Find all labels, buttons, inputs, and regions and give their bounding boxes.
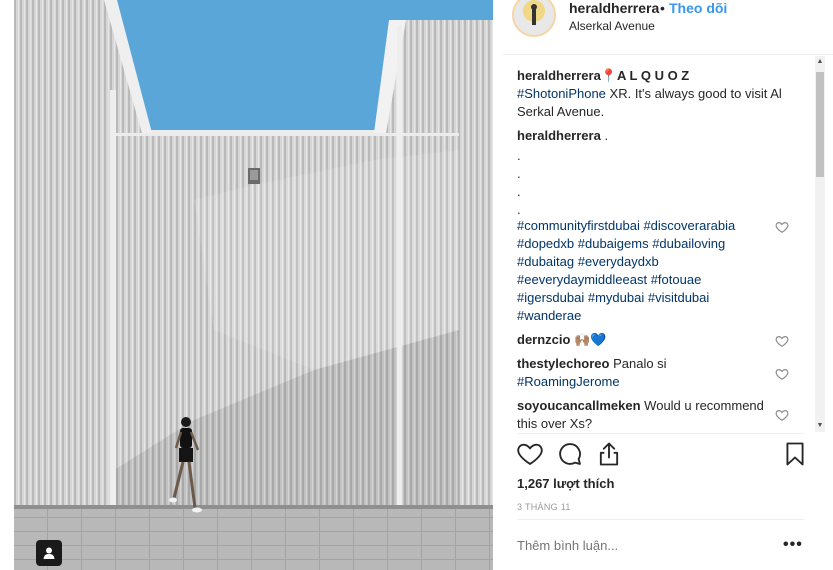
- heart-outline-icon: [775, 336, 789, 347]
- hashtag-link[interactable]: #dubaigems: [578, 236, 649, 251]
- scroll-down-arrow[interactable]: ▼: [815, 420, 825, 432]
- scroll-up-arrow[interactable]: ▲: [815, 56, 825, 68]
- save-button[interactable]: [781, 440, 809, 468]
- person-icon: [43, 547, 55, 559]
- post-header: heraldherrera • Theo dõi Alserkal Avenue: [503, 0, 833, 55]
- hashtag-link[interactable]: #communityfirstdubai: [517, 218, 640, 233]
- caption-title: A L Q U O Z: [617, 68, 690, 83]
- comment-like-button[interactable]: [775, 408, 789, 422]
- comment-dot: .: [517, 184, 521, 199]
- comment-like-button[interactable]: [775, 334, 789, 348]
- hashtag-link[interactable]: #discoverarabia: [643, 218, 735, 233]
- user-tag-button[interactable]: [36, 540, 62, 566]
- follow-button[interactable]: Theo dõi: [669, 0, 727, 16]
- comment-like-button[interactable]: [775, 367, 789, 381]
- comment-item: thestylechoreo Panalo si #RoamingJerome: [517, 355, 793, 391]
- hashtag-link[interactable]: #eeverydaymiddleeast: [517, 272, 647, 287]
- like-count[interactable]: 1,267 lượt thích: [517, 476, 614, 491]
- comment-username[interactable]: dernzcio: [517, 332, 570, 347]
- post-author-username[interactable]: heraldherrera: [569, 0, 659, 16]
- share-button[interactable]: [595, 440, 623, 468]
- comment-item: heraldherrera .: [517, 127, 793, 145]
- comment-item: soyoucancallmeken Would u recommend this…: [517, 397, 767, 432]
- hashtag-link[interactable]: #dopedxb: [517, 236, 574, 251]
- hashtag-link[interactable]: #mydubai: [588, 290, 644, 305]
- post-location-link[interactable]: Alserkal Avenue: [569, 19, 655, 33]
- share-icon: [599, 442, 619, 466]
- hashtag-link[interactable]: #dubailoving: [652, 236, 725, 251]
- comment-item: dernzcio 🙌🏽💙: [517, 331, 793, 349]
- bookmark-icon: [786, 442, 804, 466]
- hashtag-link[interactable]: #RoamingJerome: [517, 374, 620, 389]
- comment-username[interactable]: thestylechoreo: [517, 356, 609, 371]
- comment-scrollbar[interactable]: ▲ ▼: [815, 56, 825, 432]
- avatar-image: [514, 0, 554, 35]
- hashtag-link[interactable]: #everydaydxb: [578, 254, 659, 269]
- post-side-panel: heraldherrera • Theo dõi Alserkal Avenue…: [503, 0, 833, 570]
- add-comment-input[interactable]: [517, 538, 747, 553]
- comment-text: Panalo si: [609, 356, 667, 371]
- comment-emoji: 🙌🏽💙: [574, 332, 607, 347]
- comment-dot: .: [517, 148, 521, 163]
- heart-outline-icon: [775, 410, 789, 421]
- comment-icon: [559, 443, 581, 465]
- comment-like-button[interactable]: [775, 220, 789, 234]
- more-options-button[interactable]: •••: [783, 536, 803, 554]
- comment-text: .: [600, 128, 609, 143]
- hashtag-comment: #communityfirstdubai #discoverarabia #do…: [517, 217, 793, 325]
- divider: [517, 433, 804, 434]
- caption: heraldherrera📍A L Q U O Z #ShotoniPhone …: [517, 67, 793, 121]
- comment-username[interactable]: soyoucancallmeken: [517, 398, 641, 413]
- hashtag-link[interactable]: #igersdubai: [517, 290, 584, 305]
- hashtag-link[interactable]: #wanderae: [517, 308, 581, 323]
- hashtag-link[interactable]: #fotouae: [651, 272, 702, 287]
- pin-emoji: 📍: [600, 68, 618, 83]
- hashtag-link[interactable]: #visitdubai: [648, 290, 709, 305]
- building-photo: [14, 0, 493, 570]
- post-photo[interactable]: [14, 0, 493, 570]
- caption-username[interactable]: heraldherrera: [517, 68, 601, 83]
- avatar[interactable]: [512, 0, 556, 37]
- heart-outline-icon: [775, 369, 789, 380]
- post-date[interactable]: 3 THÁNG 11: [517, 502, 571, 512]
- caption-hashtag[interactable]: #ShotoniPhone: [517, 86, 606, 101]
- scroll-thumb[interactable]: [816, 72, 824, 177]
- comment-button[interactable]: [556, 440, 584, 468]
- comment-list[interactable]: heraldherrera📍A L Q U O Z #ShotoniPhone …: [503, 56, 813, 432]
- hashtag-link[interactable]: #dubaitag: [517, 254, 574, 269]
- comment-username[interactable]: heraldherrera: [517, 128, 601, 143]
- separator-dot: •: [660, 0, 665, 16]
- comment-dot: .: [517, 166, 521, 181]
- divider: [517, 519, 804, 520]
- heart-outline-icon: [775, 222, 789, 233]
- like-button[interactable]: [516, 440, 544, 468]
- heart-icon: [517, 443, 543, 466]
